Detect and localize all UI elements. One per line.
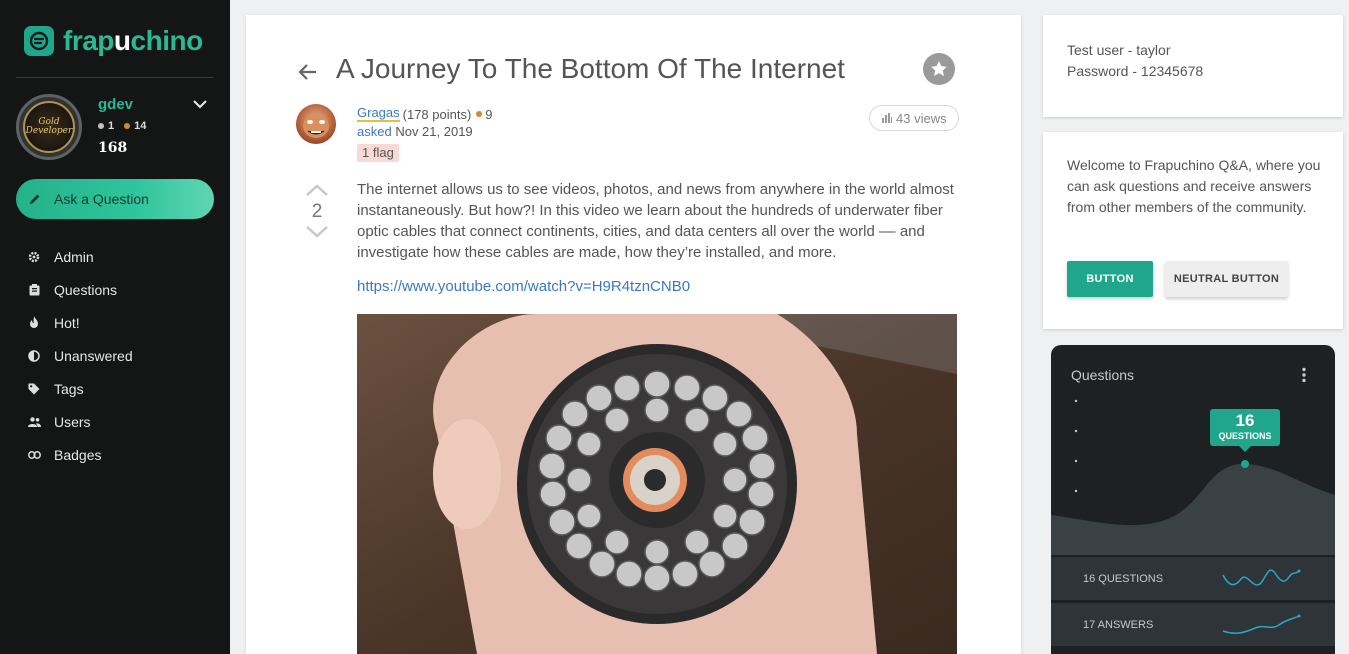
vote-count: 2 (311, 201, 323, 222)
sidebar-item-admin[interactable]: Admin (27, 240, 133, 273)
stat-row-answers[interactable]: 17 ANSWERS (1051, 603, 1335, 646)
user-profile: Gold Developer gdev 1 14 168 (16, 93, 216, 163)
sidebar: frapuchino Gold Developer gdev 1 14 168 A… (0, 0, 230, 654)
flag-badge: 1 flag (357, 144, 399, 162)
questions-area-chart (1051, 399, 1335, 555)
tooltip-value: 16 (1235, 411, 1255, 430)
chevron-down-icon[interactable] (192, 96, 208, 112)
views-count: 43 views (869, 105, 959, 131)
bar-chart-icon (882, 113, 892, 123)
welcome-card: Welcome to Frapuchino Q&A, where you can… (1043, 132, 1343, 329)
tooltip-label: QUESTIONS (1218, 431, 1272, 441)
link-icon (27, 448, 41, 462)
sidebar-item-hot[interactable]: Hot! (27, 306, 133, 339)
bronze-badge-icon (124, 123, 131, 129)
stats-title: Questions (1071, 367, 1135, 383)
welcome-text: Welcome to Frapuchino Q&A, where you can… (1067, 157, 1321, 215)
favorite-star-button[interactable] (923, 53, 955, 85)
questions-stats-widget: Questions 16 QUESTIONS 16 QUESTIONS 17 A… (1051, 345, 1335, 654)
question-card: A Journey To The Bottom Of The Internet … (246, 15, 1021, 654)
answers-sparkline (1222, 614, 1301, 634)
primary-button[interactable]: BUTTON (1067, 261, 1153, 297)
back-arrow-icon[interactable] (296, 60, 320, 84)
author-meta: Gragas (178 points) 9 (357, 106, 493, 122)
cable-cross-section-image (357, 314, 957, 654)
user-reputation: 168 (98, 140, 128, 156)
frapuchino-logo-icon (24, 26, 54, 56)
ask-question-button[interactable]: Ask a Question (16, 179, 214, 219)
upvote-arrow-icon[interactable] (305, 183, 329, 197)
bronze-badge-icon (476, 111, 483, 117)
asked-meta: asked Nov 21, 2019 (357, 124, 473, 139)
stat-row-questions[interactable]: 16 QUESTIONS (1051, 557, 1335, 600)
test-user-line: Test user - taylor (1067, 42, 1171, 58)
author-bronze-count: 9 (485, 106, 493, 122)
app-logo[interactable]: frapuchino (24, 24, 203, 58)
gear-icon (27, 250, 41, 264)
tag-icon (27, 382, 41, 396)
half-circle-icon (27, 349, 41, 363)
users-icon (27, 415, 41, 429)
clipboard-icon (27, 283, 41, 297)
chart-tooltip: 16 QUESTIONS (1210, 409, 1280, 452)
sidebar-divider (16, 77, 213, 78)
questions-sparkline (1222, 569, 1301, 586)
user-badge-counts: 1 14 (98, 120, 146, 132)
user-name[interactable]: gdev (98, 96, 133, 113)
more-vert-icon[interactable] (1299, 367, 1309, 383)
gold-developer-badge-image: Gold Developer (23, 101, 75, 153)
neutral-button[interactable]: NEUTRAL BUTTON (1165, 261, 1288, 297)
fire-icon (27, 316, 41, 330)
sidebar-item-users[interactable]: Users (27, 405, 133, 438)
sidebar-nav: Admin Questions Hot! Unanswered Tags Use… (27, 240, 133, 471)
user-avatar[interactable]: Gold Developer (16, 94, 82, 160)
downvote-arrow-icon[interactable] (305, 225, 329, 239)
author-link[interactable]: Gragas (357, 106, 400, 122)
author-points: (178 points) (402, 106, 472, 122)
question-title: A Journey To The Bottom Of The Internet (336, 53, 845, 84)
asked-date: Nov 21, 2019 (395, 124, 473, 139)
sidebar-item-questions[interactable]: Questions (27, 273, 133, 306)
sidebar-item-badges[interactable]: Badges (27, 438, 133, 471)
question-body: The internet allows us to see videos, ph… (357, 181, 954, 261)
test-user-info-card: Test user - taylor Password - 12345678 (1043, 15, 1343, 117)
pencil-icon (30, 194, 40, 204)
star-icon (931, 61, 947, 77)
silver-badge-icon (98, 123, 104, 129)
asked-link[interactable]: asked (357, 124, 392, 139)
logo-text: frapuchino (63, 25, 203, 56)
sidebar-item-tags[interactable]: Tags (27, 372, 133, 405)
test-password-line: Password - 12345678 (1067, 63, 1204, 79)
video-link[interactable]: https://www.youtube.com/watch?v=H9R4tznC… (357, 278, 690, 295)
sidebar-item-unanswered[interactable]: Unanswered (27, 339, 133, 372)
author-avatar[interactable] (296, 104, 336, 144)
